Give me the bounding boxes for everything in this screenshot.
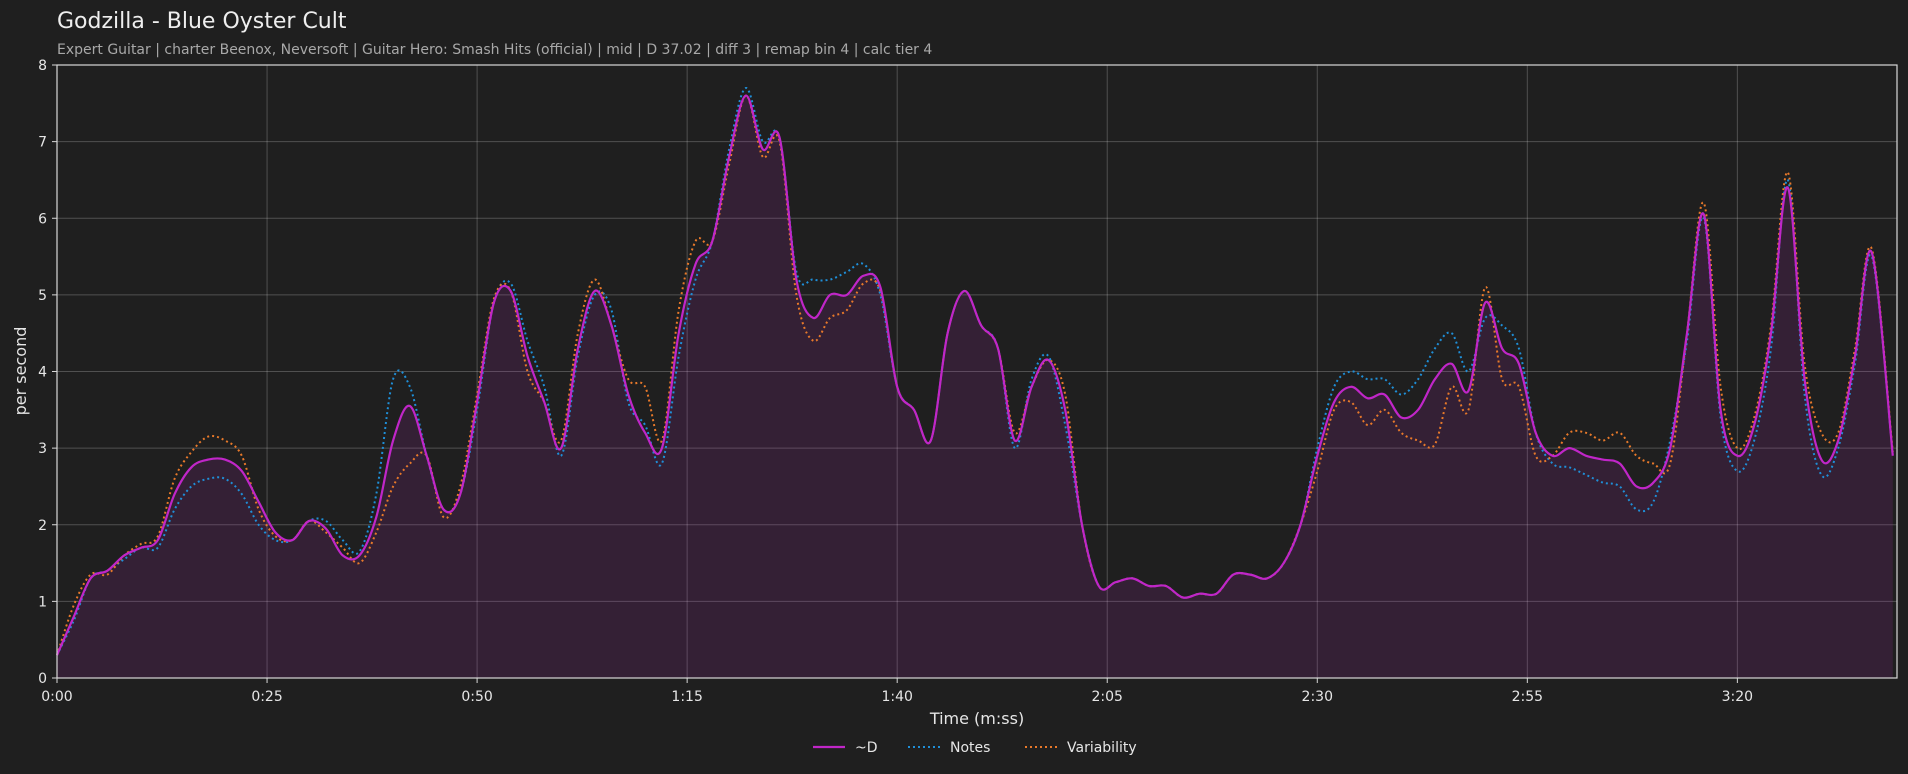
x-axis-ticks: 0:00 0:25 0:50 1:15 1:40 2:05 2:30 2:55 3:20 xyxy=(41,678,1753,705)
chart-subtitle: Expert Guitar | charter Beenox, Neversof… xyxy=(57,42,932,58)
y-tick-label: 5 xyxy=(38,288,47,304)
x-tick-label: 0:25 xyxy=(251,689,282,705)
x-tick-label: 2:05 xyxy=(1092,689,1123,705)
y-tick-label: 0 xyxy=(38,671,47,687)
legend-label-d: ~D xyxy=(855,740,878,756)
y-axis-label: per second xyxy=(11,327,30,416)
legend-label-variability: Variability xyxy=(1067,740,1137,756)
y-tick-label: 8 xyxy=(38,58,47,74)
legend: ~D Notes Variability xyxy=(813,740,1137,756)
x-tick-label: 3:20 xyxy=(1722,689,1753,705)
x-tick-label: 0:00 xyxy=(41,689,72,705)
y-tick-label: 6 xyxy=(38,211,47,227)
y-axis-ticks: 0 1 2 3 4 5 6 7 8 xyxy=(38,58,57,687)
y-tick-label: 3 xyxy=(38,441,47,457)
y-tick-label: 2 xyxy=(38,518,47,534)
x-axis-label: Time (m:ss) xyxy=(929,709,1024,728)
chart-title: Godzilla - Blue Oyster Cult xyxy=(57,9,347,34)
x-tick-label: 2:30 xyxy=(1302,689,1333,705)
x-tick-label: 1:40 xyxy=(881,689,912,705)
y-tick-label: 4 xyxy=(38,365,47,381)
series-area-d xyxy=(57,95,1893,679)
x-tick-label: 0:50 xyxy=(461,689,492,705)
y-tick-label: 7 xyxy=(38,135,47,151)
area-fill-layer xyxy=(57,95,1893,679)
x-tick-label: 1:15 xyxy=(671,689,702,705)
y-tick-label: 1 xyxy=(38,594,47,610)
legend-label-notes: Notes xyxy=(950,740,990,756)
x-tick-label: 2:55 xyxy=(1512,689,1543,705)
chart-canvas: Godzilla - Blue Oyster Cult Expert Guita… xyxy=(11,9,1898,756)
